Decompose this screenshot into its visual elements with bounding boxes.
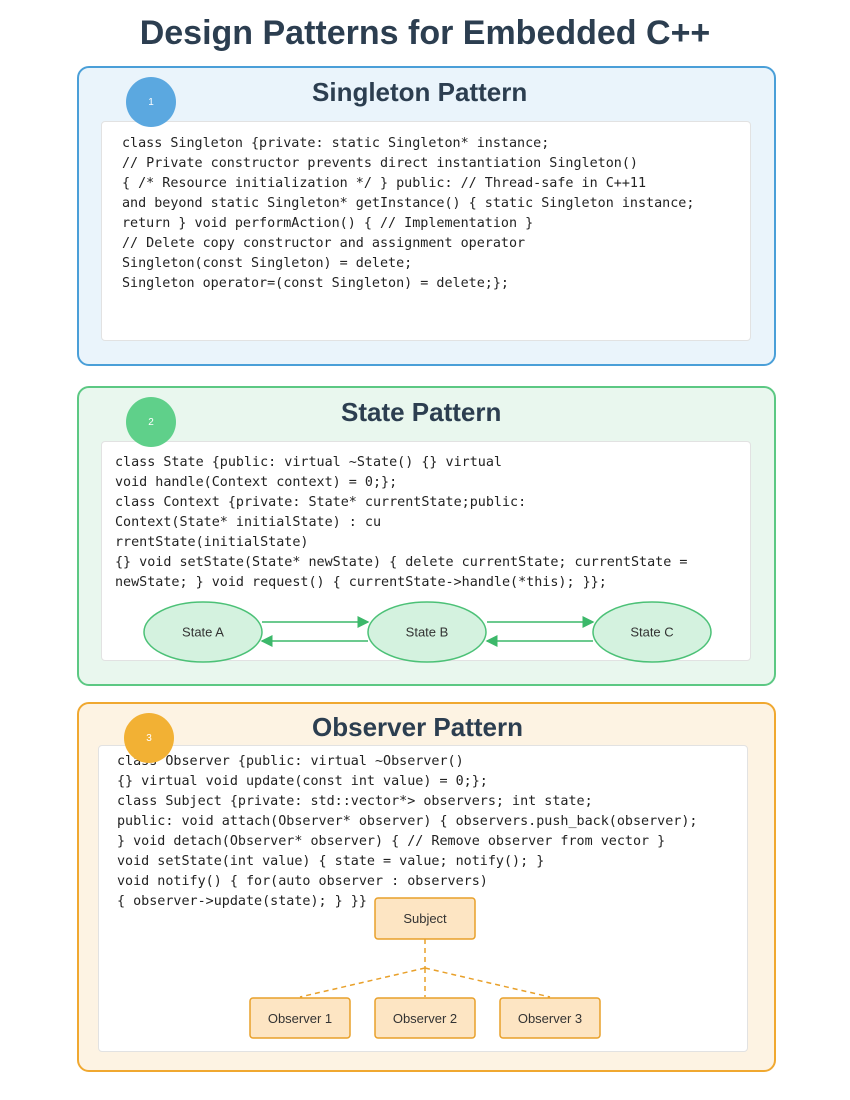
observer-node-label: Observer 1 bbox=[268, 1011, 332, 1026]
observer-diagram: Subject Observer 1 Observer 2 Observer 3 bbox=[249, 897, 601, 1039]
observer-node-label: Observer 2 bbox=[393, 1011, 457, 1026]
observer-connector bbox=[299, 967, 426, 998]
observer-connector bbox=[424, 967, 551, 998]
subject-node-label: Subject bbox=[403, 911, 447, 926]
observer-node-label: Observer 3 bbox=[518, 1011, 582, 1026]
